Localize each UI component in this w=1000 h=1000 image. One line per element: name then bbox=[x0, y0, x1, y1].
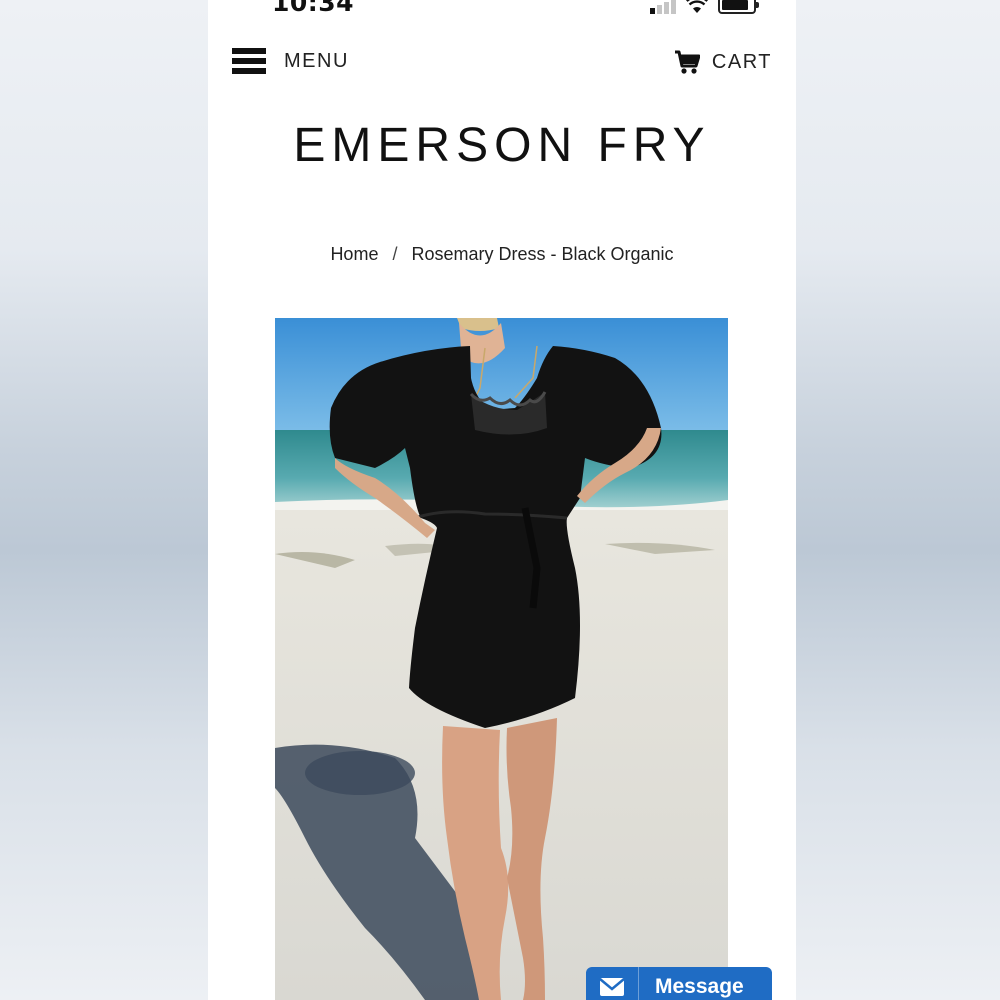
backdrop-left bbox=[0, 0, 208, 1000]
battery-icon bbox=[718, 0, 759, 14]
breadcrumb: Home / Rosemary Dress - Black Organic bbox=[208, 244, 796, 265]
cart-icon bbox=[674, 50, 700, 74]
message-button[interactable]: Message bbox=[586, 967, 772, 1000]
wifi-icon bbox=[686, 0, 708, 13]
cart-button[interactable]: CART bbox=[674, 49, 772, 75]
phone-screen: 10:34 MENU CART EMERSON FRY Home / Rosemar… bbox=[208, 0, 796, 1000]
brand-logo[interactable]: EMERSON FRY bbox=[208, 118, 796, 173]
cart-label: CART bbox=[711, 50, 772, 73]
product-image[interactable] bbox=[275, 318, 728, 1000]
menu-button[interactable]: MENU bbox=[232, 47, 349, 75]
breadcrumb-home-link[interactable]: Home bbox=[330, 244, 378, 264]
backdrop-right bbox=[796, 0, 1000, 1000]
status-time: 10:34 bbox=[272, 0, 355, 17]
breadcrumb-separator: / bbox=[392, 244, 398, 264]
breadcrumb-current: Rosemary Dress - Black Organic bbox=[411, 244, 674, 264]
menu-label: MENU bbox=[284, 49, 349, 72]
envelope-icon bbox=[586, 967, 639, 1000]
message-label: Message bbox=[655, 975, 744, 998]
status-icons bbox=[650, 0, 759, 14]
hamburger-icon bbox=[232, 47, 266, 75]
signal-icon bbox=[650, 0, 676, 14]
